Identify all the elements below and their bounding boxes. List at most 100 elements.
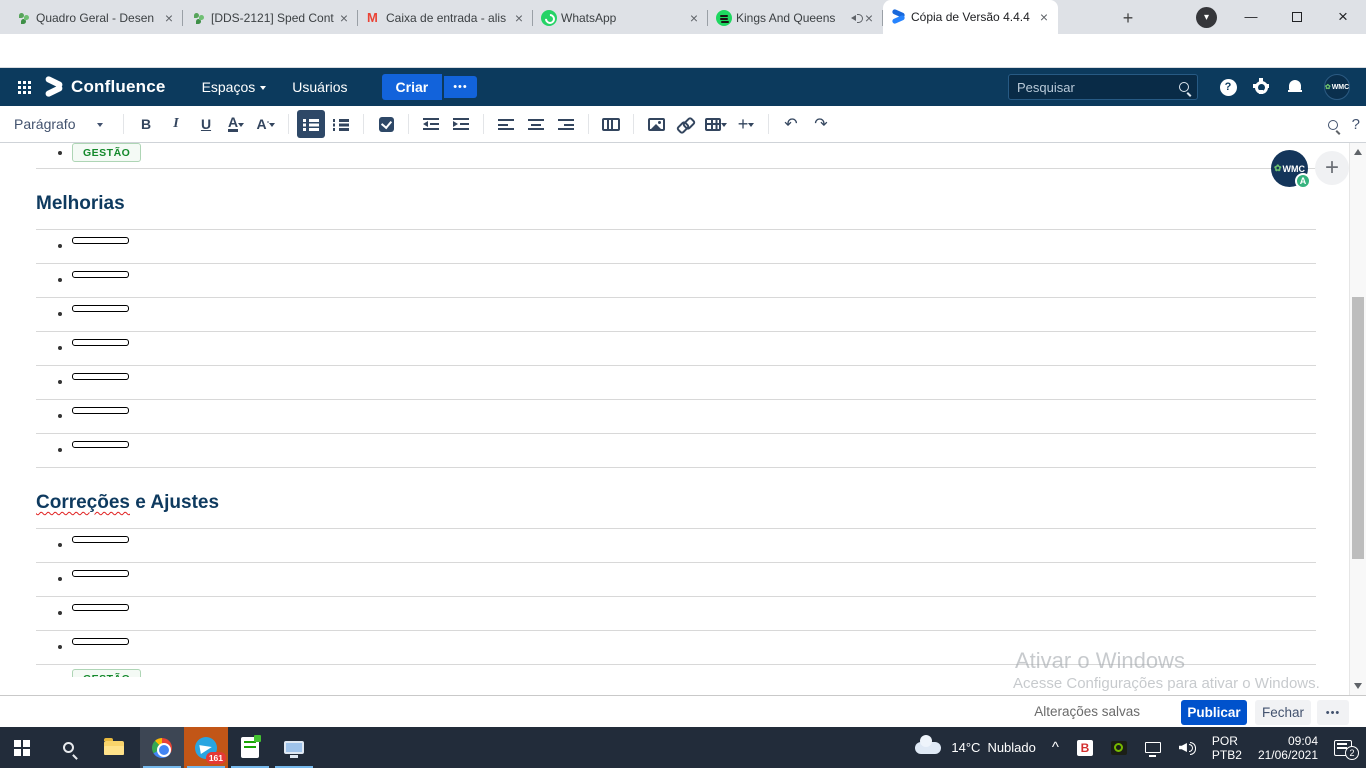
undo-button[interactable]: ↶ <box>777 110 805 138</box>
browser-tab[interactable]: Caixa de entrada - alis × <box>358 2 533 34</box>
status-badge[interactable] <box>72 305 129 312</box>
gear-icon[interactable] <box>1249 75 1273 99</box>
publish-button[interactable]: Publicar <box>1181 700 1247 725</box>
nav-spaces[interactable]: Espaços <box>202 79 267 95</box>
status-badge[interactable] <box>72 271 129 278</box>
list-item[interactable] <box>36 433 1316 467</box>
weather-icon[interactable] <box>915 742 941 754</box>
scroll-up-arrow[interactable] <box>1354 149 1362 155</box>
close-editor-button[interactable]: Fechar <box>1255 700 1311 725</box>
insert-element-button[interactable]: + <box>1315 151 1349 185</box>
underline-button[interactable]: U <box>192 110 220 138</box>
page-layout-button[interactable] <box>597 110 625 138</box>
browser-tab[interactable]: [DDS-2121] Sped Cont × <box>183 2 358 34</box>
tray-expand-icon[interactable]: ^ <box>1052 739 1059 756</box>
new-tab-button[interactable]: + <box>1116 6 1140 30</box>
create-button[interactable]: Criar <box>382 74 443 100</box>
list-item[interactable] <box>36 399 1316 433</box>
chrome-taskbar-button[interactable] <box>140 727 184 768</box>
scroll-down-arrow[interactable] <box>1354 683 1362 689</box>
tab-close-icon[interactable]: × <box>863 10 875 26</box>
redo-button[interactable]: ↷ <box>807 110 835 138</box>
calc-taskbar-button[interactable] <box>228 727 272 768</box>
antivirus-tray-icon[interactable]: B <box>1077 740 1093 756</box>
clock[interactable]: 09:0421/06/2021 <box>1258 734 1318 762</box>
language-indicator[interactable]: PORPTB2 <box>1212 734 1242 762</box>
text-color-button[interactable]: A <box>222 110 250 138</box>
bold-button[interactable]: B <box>132 110 160 138</box>
indent-button[interactable] <box>447 110 475 138</box>
telegram-taskbar-button[interactable]: 161 <box>184 727 228 768</box>
volume-tray-icon[interactable] <box>1179 742 1195 754</box>
browser-tab[interactable]: Quadro Geral - Desen × <box>8 2 183 34</box>
files-images-button[interactable] <box>642 110 670 138</box>
numbered-list-button[interactable] <box>327 110 355 138</box>
list-item[interactable] <box>36 229 1316 263</box>
tab-close-icon[interactable]: × <box>513 10 525 26</box>
taskbar-search-button[interactable] <box>46 727 90 768</box>
create-more-button[interactable]: ••• <box>444 76 477 98</box>
confluence-logo-text[interactable]: Confluence <box>71 77 166 97</box>
insert-link-button[interactable] <box>672 110 700 138</box>
outdent-button[interactable] <box>417 110 445 138</box>
start-button[interactable] <box>0 727 44 768</box>
italic-button[interactable]: I <box>162 110 190 138</box>
status-badge[interactable] <box>72 237 129 244</box>
weather-desc[interactable]: Nublado <box>987 740 1035 755</box>
status-badge[interactable] <box>72 441 129 448</box>
list-item[interactable] <box>36 562 1316 596</box>
bullet-list-button[interactable] <box>297 110 325 138</box>
global-search-input[interactable]: Pesquisar <box>1008 74 1198 100</box>
file-explorer-button[interactable] <box>92 727 136 768</box>
list-item[interactable] <box>36 331 1316 365</box>
find-replace-icon[interactable] <box>1328 120 1338 130</box>
status-badge[interactable]: GESTÃO <box>72 669 141 677</box>
more-text-styles-button[interactable]: A° <box>252 110 280 138</box>
editing-user-avatar[interactable]: ✿WMC A <box>1271 150 1308 187</box>
list-item[interactable] <box>36 365 1316 399</box>
list-item[interactable]: GESTÃO <box>36 143 1316 169</box>
list-item[interactable] <box>36 263 1316 297</box>
status-badge[interactable] <box>72 373 129 380</box>
status-badge[interactable] <box>72 604 129 611</box>
close-window-button[interactable]: × <box>1320 0 1366 33</box>
insert-table-button[interactable] <box>702 110 730 138</box>
editor-help-icon[interactable]: ? <box>1352 116 1360 133</box>
scrollbar-thumb[interactable] <box>1352 297 1364 559</box>
status-badge[interactable] <box>72 638 129 645</box>
list-item[interactable] <box>36 596 1316 630</box>
weather-temp[interactable]: 14°C <box>951 740 980 755</box>
confluence-logo-icon[interactable] <box>43 77 65 97</box>
insert-more-button[interactable]: + <box>732 110 760 138</box>
paragraph-style-dropdown[interactable]: Parágrafo <box>14 116 116 132</box>
app-switcher-icon[interactable] <box>18 81 21 84</box>
action-center-icon[interactable]: 2 <box>1334 740 1352 756</box>
remote-desktop-taskbar-button[interactable] <box>272 727 316 768</box>
align-left-button[interactable] <box>492 110 520 138</box>
status-badge[interactable] <box>72 407 129 414</box>
help-icon[interactable]: ? <box>1216 75 1240 99</box>
tab-close-icon[interactable]: × <box>163 10 175 26</box>
align-right-button[interactable] <box>552 110 580 138</box>
tab-search-button[interactable]: ▾ <box>1196 7 1217 28</box>
list-item[interactable] <box>36 297 1316 331</box>
user-avatar[interactable]: ✿WMC <box>1324 74 1350 100</box>
minimize-button[interactable]: — <box>1228 0 1274 33</box>
browser-tab[interactable]: Kings And Queens × <box>708 2 883 34</box>
tab-close-icon[interactable]: × <box>688 10 700 26</box>
nav-users[interactable]: Usuários <box>292 79 347 95</box>
browser-tab[interactable]: Cópia de Versão 4.4.4 × <box>883 0 1058 34</box>
task-list-button[interactable] <box>372 110 400 138</box>
tab-close-icon[interactable]: × <box>338 10 350 26</box>
tab-close-icon[interactable]: × <box>1038 9 1050 25</box>
list-item[interactable] <box>36 528 1316 562</box>
status-badge[interactable] <box>72 339 129 346</box>
scrollbar[interactable] <box>1349 143 1366 695</box>
status-badge[interactable]: GESTÃO <box>72 143 141 162</box>
nvidia-tray-icon[interactable] <box>1111 741 1127 755</box>
footer-more-button[interactable]: ••• <box>1317 700 1349 725</box>
browser-tab[interactable]: WhatsApp × <box>533 2 708 34</box>
status-badge[interactable] <box>72 536 129 543</box>
editor-content[interactable]: GESTÃO Melhorias <box>0 143 1366 695</box>
tab-audio-icon[interactable] <box>851 12 863 24</box>
